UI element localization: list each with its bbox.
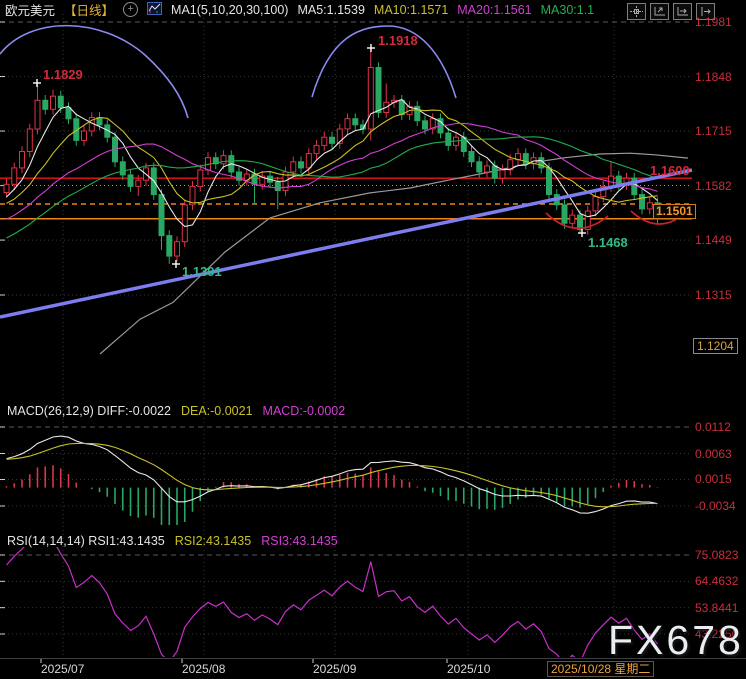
rsi-axis-label: 75.0823 — [695, 549, 738, 562]
chart-window: 欧元美元 【日线】 + MA1(5,10,20,30,100) MA5:1.15… — [0, 0, 746, 679]
macd-dea-value: DEA:-0.0021 — [181, 404, 253, 418]
rsi-name-rsi1: RSI(14,14,14) RSI1:43.1435 — [7, 534, 165, 548]
rsi-legend: RSI(14,14,14) RSI1:43.1435 RSI2:43.1435 … — [7, 533, 338, 548]
ma10-value: MA10:1.1571 — [374, 3, 448, 17]
ma20-value: MA20:1.1561 — [457, 3, 531, 17]
rsi2-value: RSI2:43.1435 — [175, 534, 251, 548]
rsi-axis-label: 64.4632 — [695, 575, 738, 588]
fx678-watermark: FX678 — [608, 617, 744, 664]
price-axis-label: 1.1848 — [695, 71, 732, 84]
price-annotation: 1.1829 — [43, 68, 83, 81]
rsi3-value: RSI3:43.1435 — [261, 534, 337, 548]
price-annotation: 1.1468 — [588, 236, 628, 249]
price-annotation: 1.1918 — [378, 34, 418, 47]
macd-axis-label: 0.0015 — [695, 473, 732, 486]
chart-canvas[interactable] — [0, 0, 746, 679]
time-axis-label: 2025/08 — [182, 663, 225, 676]
price-axis-label: 1.1315 — [695, 289, 732, 302]
price-axis-label: 1.1582 — [695, 180, 732, 193]
rsi-axis-label: 53.8441 — [695, 602, 738, 615]
fit-horizontal-icon[interactable] — [673, 3, 692, 20]
zoom-plus-icon[interactable]: + — [123, 2, 138, 17]
macd-name-diff: MACD(26,12,9) DIFF:-0.0022 — [7, 404, 171, 418]
macd-axis-label: 0.0112 — [695, 421, 731, 434]
price-axis-label: 1.1449 — [695, 234, 732, 247]
chart-type-icon[interactable] — [147, 2, 162, 18]
ma5-value: MA5:1.1539 — [297, 3, 364, 17]
macd-legend: MACD(26,12,9) DIFF:-0.0022 DEA:-0.0021 M… — [7, 403, 345, 418]
time-axis-label: 2025/09 — [313, 663, 356, 676]
symbol-name: 欧元美元 — [5, 0, 55, 19]
macd-macd-value: MACD:-0.0002 — [263, 404, 346, 418]
macd-axis-label: -0.0034 — [695, 500, 736, 513]
crosshair-icon[interactable] — [627, 3, 646, 20]
price-axis-label: 1.1715 — [695, 125, 732, 138]
title-bar: 欧元美元 【日线】 + MA1(5,10,20,30,100) MA5:1.15… — [5, 2, 594, 17]
time-axis-label: 2025/07 — [41, 663, 84, 676]
period-label: 【日线】 — [64, 0, 114, 19]
range-low-tag: 1.1204 — [693, 338, 738, 354]
price-annotation: 1.1600 — [650, 164, 690, 177]
last-price-tag: 1.1501 — [653, 204, 696, 219]
fit-vertical-icon[interactable] — [650, 3, 669, 20]
ma30-value: MA30:1.1 — [541, 3, 595, 17]
price-axis-label: 1.1981 — [695, 16, 732, 29]
macd-axis-label: 0.0063 — [695, 448, 732, 461]
ma-settings-label: MA1(5,10,20,30,100) — [171, 3, 288, 17]
time-axis-label: 2025/10 — [447, 663, 490, 676]
price-annotation: 1.1391 — [182, 265, 222, 278]
